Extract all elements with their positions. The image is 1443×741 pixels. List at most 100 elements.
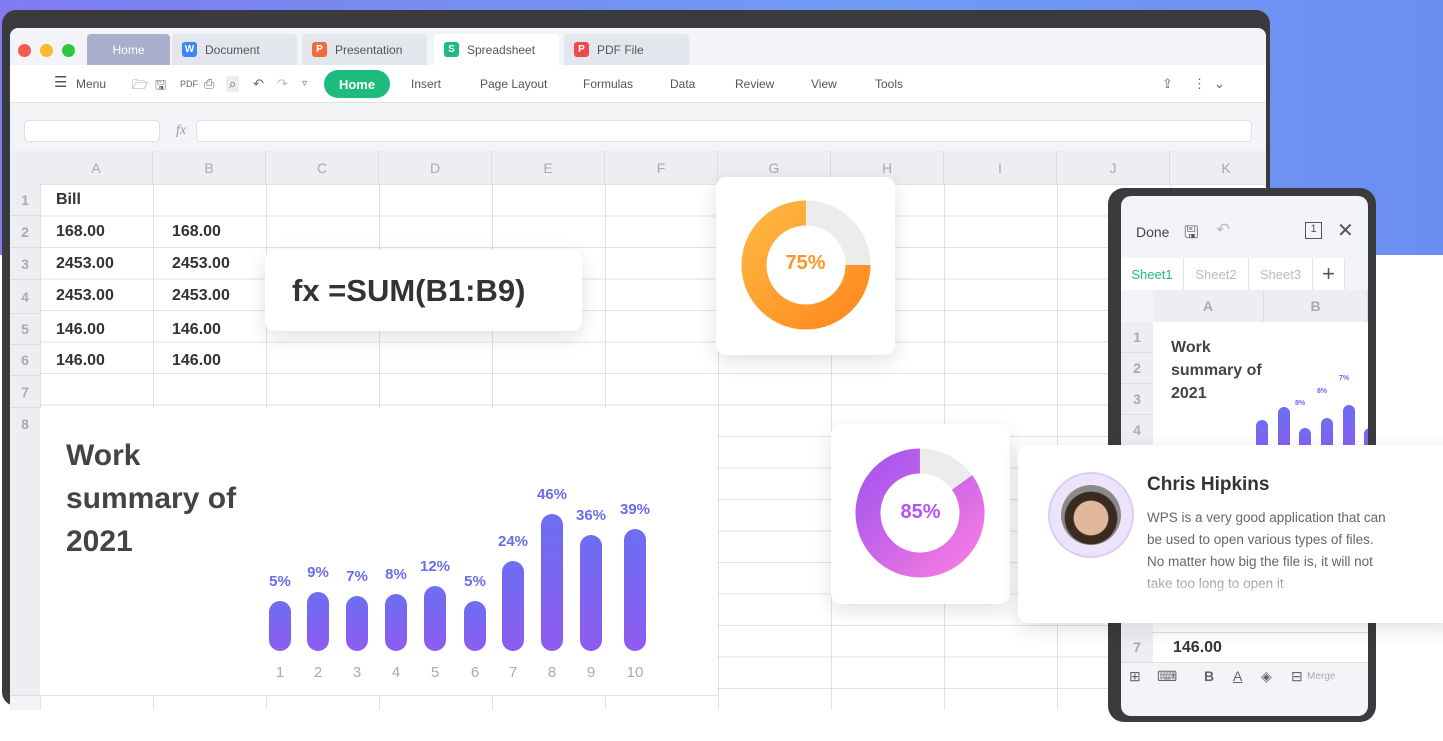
column-header-c[interactable]: C (266, 151, 379, 184)
column-header-a[interactable]: A (1153, 290, 1264, 322)
column-header-b[interactable]: B (1264, 290, 1368, 322)
ribbon-tab-insert[interactable]: Insert (411, 77, 441, 91)
cell-a3[interactable]: 2453.00 (56, 255, 114, 273)
row-header-1[interactable]: 1 (10, 184, 40, 216)
cell-b2[interactable]: 168.00 (172, 223, 221, 241)
mobile-cell-a7[interactable]: 146.00 (1153, 632, 1368, 657)
save-icon[interactable]: 🖫 (155, 76, 166, 98)
ribbon-tab-tools[interactable]: Tools (875, 77, 903, 91)
close-window-button[interactable] (18, 44, 31, 57)
bar (624, 529, 646, 651)
column-header-a[interactable]: A (40, 151, 153, 184)
donut-label: 75% (785, 252, 826, 274)
sheet-count-icon[interactable]: 1 (1305, 222, 1322, 239)
column-header-i[interactable]: I (944, 151, 1057, 184)
open-folder-icon[interactable]: 🗁 (132, 76, 148, 98)
ribbon-tab-view[interactable]: View (811, 77, 837, 91)
presentation-icon: P (312, 42, 327, 57)
menu-icon[interactable]: ☰ (54, 73, 67, 91)
x-tick-label: 2 (313, 664, 323, 681)
sheet-tab-1[interactable]: Sheet1 (1121, 258, 1184, 290)
row-header-3[interactable]: 3 (10, 248, 40, 280)
print-icon[interactable]: ⎙ (204, 76, 214, 92)
more-dropdown-icon[interactable]: ▿ (302, 78, 307, 89)
bar-value-label: 46% (536, 486, 568, 504)
tab-document[interactable]: W Document (172, 34, 297, 65)
export-pdf-icon[interactable]: PDF (180, 79, 198, 89)
name-box[interactable] (24, 120, 160, 142)
tab-home[interactable]: Home (87, 34, 170, 65)
done-button[interactable]: Done (1136, 224, 1169, 240)
ribbon-tab-page-layout[interactable]: Page Layout (480, 77, 547, 91)
cell-a2[interactable]: 168.00 (56, 223, 105, 241)
row-header-4[interactable]: 4 (10, 280, 40, 314)
menu-button[interactable]: Menu (76, 77, 106, 91)
ribbon-tab-home[interactable]: Home (324, 70, 390, 98)
cell-b3[interactable]: 2453.00 (172, 255, 230, 273)
pdf-file-icon: P (574, 42, 589, 57)
tab-spreadsheet[interactable]: S Spreadsheet (434, 34, 559, 65)
merge-button[interactable]: Merge (1307, 671, 1335, 682)
tab-pdf-file[interactable]: P PDF File (564, 34, 689, 65)
mobile-row-header-4[interactable]: 4 (1121, 415, 1153, 446)
redo-icon[interactable]: ↷ (277, 76, 288, 92)
column-header-e[interactable]: E (492, 151, 605, 184)
cell-b4[interactable]: 2453.00 (172, 287, 230, 305)
row-header-5[interactable]: 5 (10, 314, 40, 345)
document-icon: W (182, 42, 197, 57)
donut-card-75: 75% (716, 177, 895, 355)
tab-label: Presentation (335, 42, 403, 57)
bar (502, 560, 524, 651)
cell-a6[interactable]: 146.00 (56, 352, 105, 370)
bar (346, 596, 368, 651)
column-header-j[interactable]: J (1057, 151, 1170, 184)
select-all-corner[interactable] (10, 151, 40, 184)
share-icon[interactable]: ⇪ (1162, 76, 1173, 92)
maximize-window-button[interactable] (62, 44, 75, 57)
undo-icon[interactable]: ↶ (253, 76, 264, 92)
ribbon-tab-review[interactable]: Review (735, 77, 774, 91)
mobile-row-header-2[interactable]: 2 (1121, 353, 1153, 384)
merge-icon[interactable]: ⊟ (1291, 668, 1303, 685)
save-icon[interactable]: 🖫 (1184, 220, 1198, 249)
row-header-2[interactable]: 2 (10, 216, 40, 248)
row-header-7[interactable]: 7 (10, 376, 40, 408)
close-icon[interactable]: ✕ (1337, 218, 1354, 243)
cell-b6[interactable]: 146.00 (172, 352, 221, 370)
mobile-bar-label: 8% (1317, 388, 1328, 395)
add-sheet-button[interactable]: + (1313, 258, 1345, 290)
column-header-f[interactable]: F (605, 151, 718, 184)
sheet-tab-2[interactable]: Sheet2 (1184, 258, 1249, 290)
column-header-b[interactable]: B (153, 151, 266, 184)
minimize-window-button[interactable] (40, 44, 53, 57)
ribbon-tab-formulas[interactable]: Formulas (583, 77, 633, 91)
mobile-row-header-7[interactable]: 7 (1121, 632, 1153, 663)
bar-value-label: 8% (385, 566, 407, 584)
cell-b5[interactable]: 146.00 (172, 321, 221, 339)
bar-value-label: 5% (269, 572, 291, 590)
more-options-icon[interactable]: ⋮ (1193, 76, 1206, 92)
column-header-d[interactable]: D (379, 151, 492, 184)
cell-a1[interactable]: Bill (56, 191, 81, 209)
cell-a4[interactable]: 2453.00 (56, 287, 114, 305)
mobile-row-header-1[interactable]: 1 (1121, 322, 1153, 353)
bold-icon[interactable]: B (1204, 668, 1214, 684)
font-color-icon[interactable]: A (1233, 668, 1242, 684)
mobile-row-header-3[interactable]: 3 (1121, 384, 1153, 415)
bar-value-label: 36% (575, 507, 607, 525)
fill-color-icon[interactable]: ◈ (1261, 668, 1272, 685)
undo-icon[interactable]: ↶ (1216, 220, 1230, 240)
collapse-ribbon-icon[interactable]: ⌄ (1214, 76, 1225, 92)
formula-card: fx =SUM(B1:B9) (265, 250, 582, 331)
ribbon-tab-data[interactable]: Data (670, 77, 695, 91)
tab-presentation[interactable]: P Presentation (302, 34, 427, 65)
keyboard-icon[interactable]: ⌨ (1157, 668, 1177, 685)
row-header-6[interactable]: 6 (10, 345, 40, 376)
row-header-8[interactable]: 8 (10, 408, 40, 696)
formula-input[interactable] (196, 120, 1252, 142)
grid-icon[interactable]: ⊞ (1129, 668, 1141, 685)
print-preview-icon[interactable]: ⌕ (226, 76, 240, 92)
column-header-k[interactable]: K (1170, 151, 1266, 184)
sheet-tab-3[interactable]: Sheet3 (1249, 258, 1313, 290)
cell-a5[interactable]: 146.00 (56, 321, 105, 339)
